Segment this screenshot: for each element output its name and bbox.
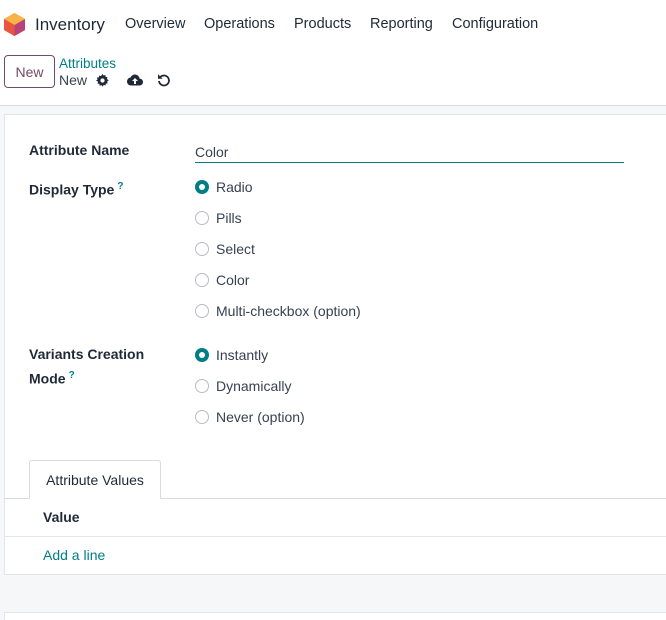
divider — [4, 536, 666, 537]
display-type-label-text: Display Type — [29, 181, 115, 198]
breadcrumb-current: New — [59, 72, 88, 88]
top-navbar: Inventory Overview Operations Products R… — [0, 0, 666, 48]
radio-button[interactable] — [195, 180, 209, 194]
radio-button[interactable] — [195, 273, 209, 287]
display-type-option-pills[interactable]: Pills — [195, 208, 242, 228]
undo-icon[interactable] — [156, 72, 172, 88]
menu-item-products[interactable]: Products — [294, 16, 351, 32]
menu-item-operations[interactable]: Operations — [204, 16, 275, 32]
display-type-option-multi-checkbox[interactable]: Multi-checkbox (option) — [195, 301, 361, 321]
add-a-line-link[interactable]: Add a line — [43, 547, 105, 563]
radio-button[interactable] — [195, 242, 209, 256]
variants-creation-mode-label: Variants Creation — [29, 346, 145, 362]
radio-button[interactable] — [195, 304, 209, 318]
control-panel: New Attributes New — [0, 48, 666, 106]
radio-button[interactable] — [195, 211, 209, 225]
radio-button[interactable] — [195, 348, 209, 362]
menu-item-overview[interactable]: Overview — [125, 16, 185, 32]
tab-attribute-values[interactable]: Attribute Values — [29, 460, 161, 499]
variants-option-never[interactable]: Never (option) — [195, 407, 305, 427]
variants-option-dynamically[interactable]: Dynamically — [195, 376, 291, 396]
radio-option-label: Never (option) — [216, 409, 305, 425]
attribute-name-input[interactable] — [195, 141, 624, 163]
radio-button[interactable] — [195, 379, 209, 393]
radio-option-label: Pills — [216, 210, 242, 226]
gear-icon[interactable] — [94, 72, 110, 88]
radio-option-label: Radio — [216, 179, 253, 195]
radio-option-label: Select — [216, 241, 255, 257]
radio-button[interactable] — [195, 410, 209, 424]
radio-option-label: Color — [216, 272, 250, 288]
display-type-label: Display Type? — [29, 176, 123, 201]
variants-mode-help-icon[interactable]: ? — [69, 370, 75, 381]
variants-mode-label-text: Mode — [29, 370, 66, 387]
display-type-option-select[interactable]: Select — [195, 239, 255, 259]
inventory-app-icon[interactable] — [4, 13, 25, 36]
empty-list-row — [4, 575, 666, 612]
display-type-option-color[interactable]: Color — [195, 270, 249, 290]
new-button[interactable]: New — [4, 55, 55, 88]
radio-option-label: Dynamically — [216, 378, 292, 394]
menu-item-configuration[interactable]: Configuration — [452, 16, 538, 32]
divider — [4, 612, 666, 613]
app-name[interactable]: Inventory — [35, 15, 105, 35]
column-header-value[interactable]: Value — [43, 509, 80, 525]
variants-creation-mode-label-line2: Mode? — [29, 365, 75, 390]
display-type-option-radio[interactable]: Radio — [195, 177, 253, 197]
cloud-upload-icon[interactable] — [127, 72, 143, 88]
display-type-help-icon[interactable]: ? — [117, 181, 123, 192]
radio-option-label: Multi-checkbox (option) — [216, 303, 361, 319]
menu-item-reporting[interactable]: Reporting — [370, 16, 433, 32]
attribute-name-label: Attribute Name — [29, 142, 130, 158]
radio-option-label: Instantly — [216, 347, 269, 363]
variants-option-instantly[interactable]: Instantly — [195, 345, 268, 365]
breadcrumb-attributes[interactable]: Attributes — [59, 56, 116, 71]
